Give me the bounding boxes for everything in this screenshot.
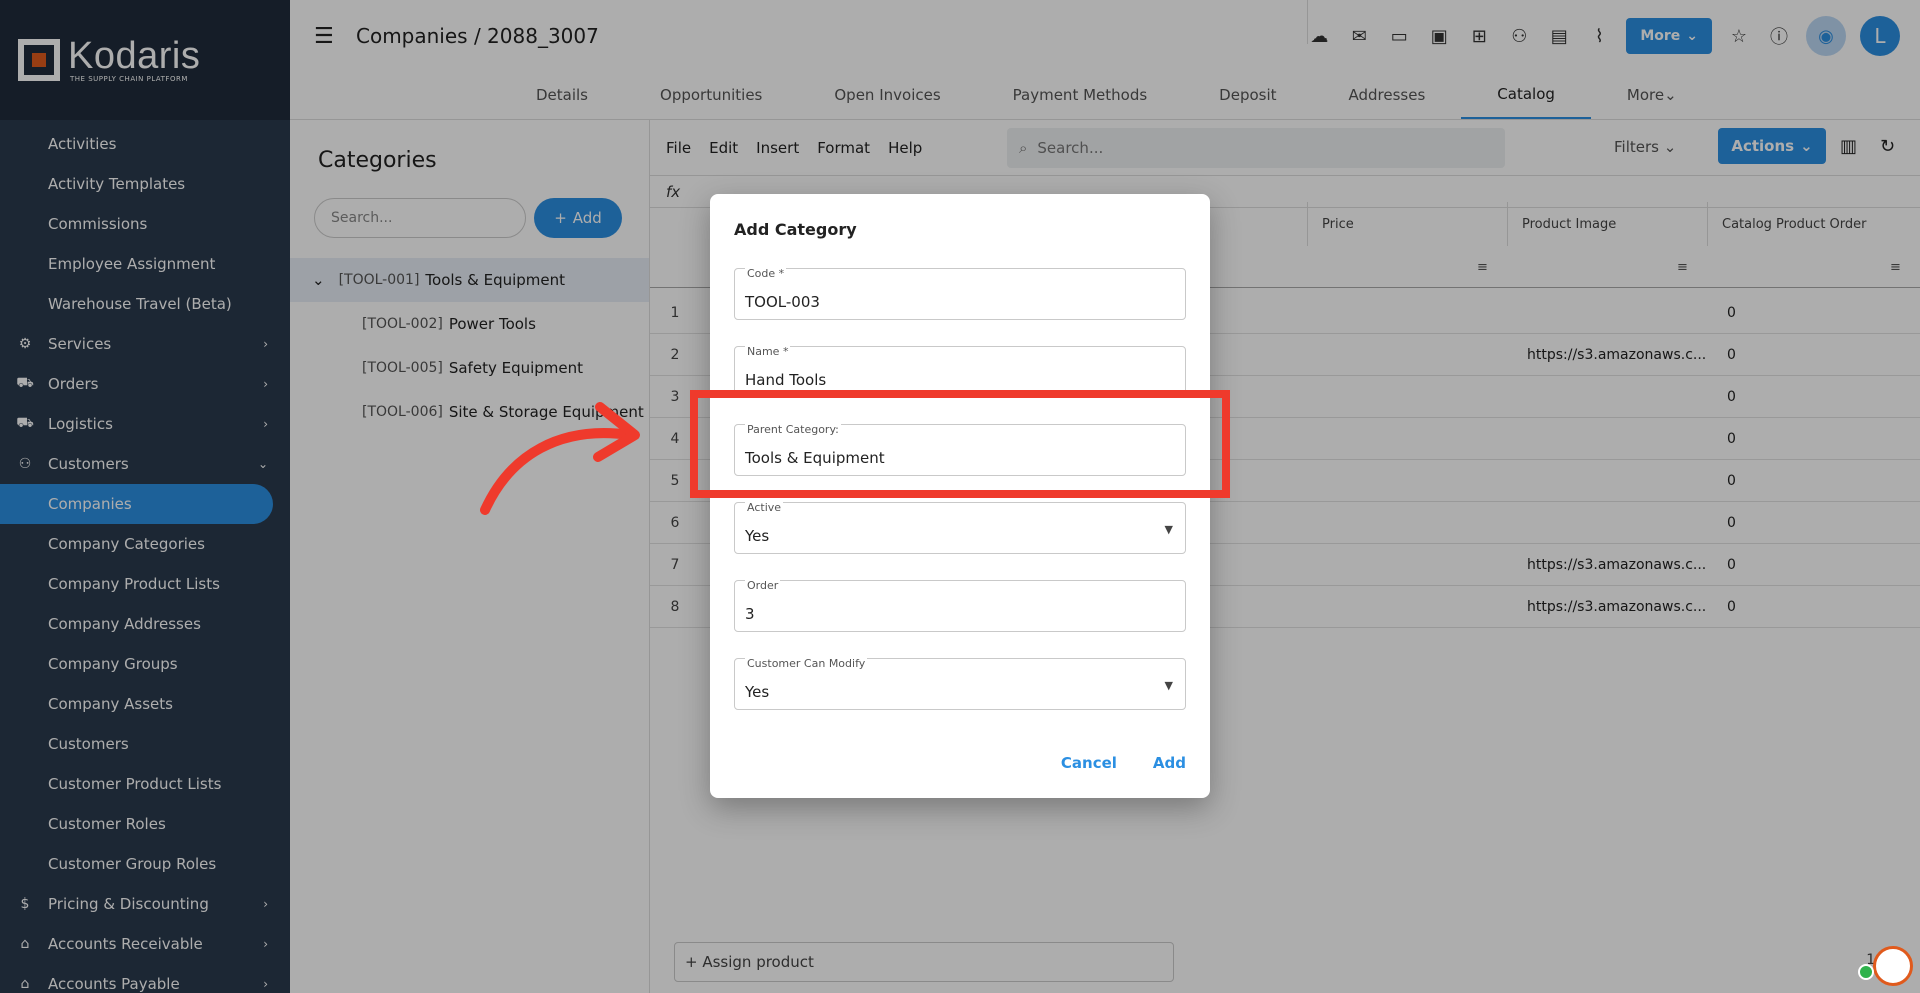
field-code[interactable]: Code * TOOL-003 bbox=[734, 267, 1186, 320]
field-customer-can-modify[interactable]: Customer Can Modify Yes ▼ bbox=[734, 657, 1186, 710]
field-value: Yes bbox=[745, 527, 770, 545]
dropdown-caret-icon[interactable]: ▼ bbox=[1165, 679, 1173, 692]
field-value: 3 bbox=[745, 605, 755, 623]
field-value: TOOL-003 bbox=[745, 293, 820, 311]
add-button[interactable]: Add bbox=[1153, 754, 1186, 772]
online-status-icon bbox=[1858, 964, 1874, 980]
field-order[interactable]: Order 3 bbox=[734, 579, 1186, 632]
field-label: Customer Can Modify bbox=[745, 657, 868, 670]
field-label: Name * bbox=[745, 345, 791, 358]
annotation-arrow-icon bbox=[480, 402, 640, 515]
field-value: Yes bbox=[745, 683, 770, 701]
chat-widget-icon[interactable] bbox=[1873, 946, 1913, 986]
field-label: Active bbox=[745, 501, 784, 514]
dropdown-caret-icon[interactable]: ▼ bbox=[1165, 523, 1173, 536]
field-active[interactable]: Active Yes ▼ bbox=[734, 501, 1186, 554]
field-label: Code * bbox=[745, 267, 787, 280]
annotation-highlight-box bbox=[690, 390, 1230, 498]
dialog-title: Add Category bbox=[734, 220, 857, 239]
field-label: Order bbox=[745, 579, 781, 592]
field-value: Hand Tools bbox=[745, 371, 827, 389]
cancel-button[interactable]: Cancel bbox=[1061, 754, 1117, 772]
